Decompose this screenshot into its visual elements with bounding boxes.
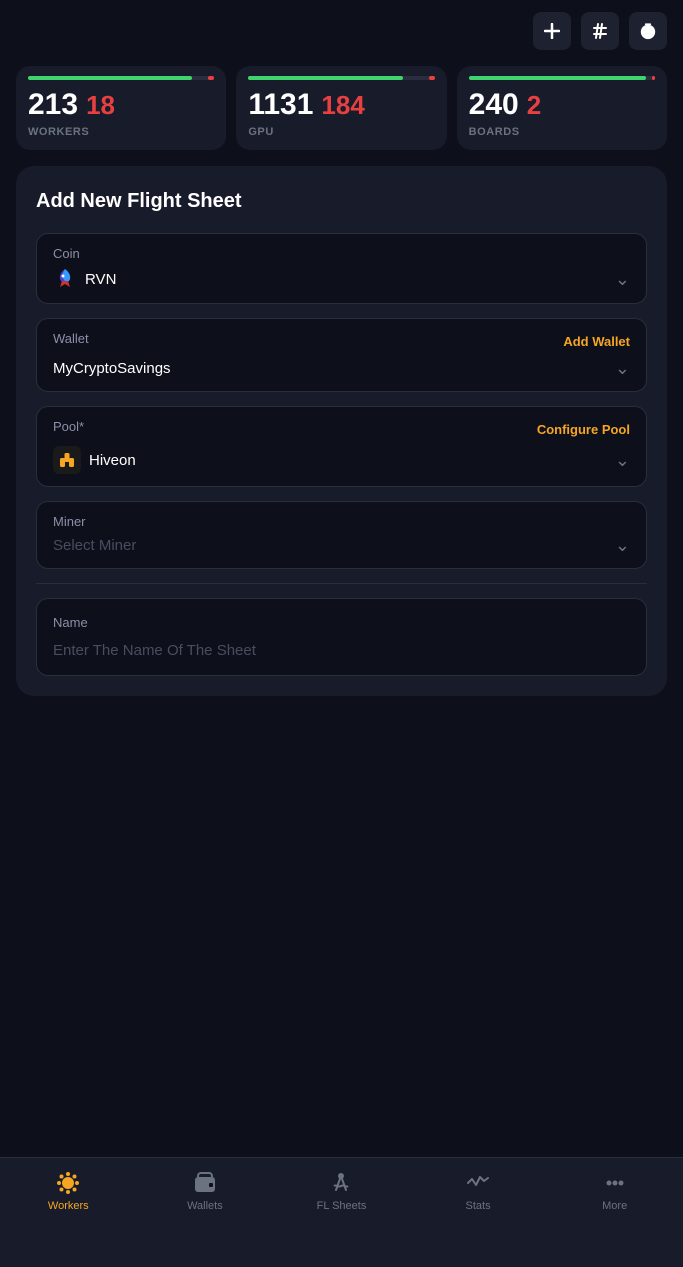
workers-card: 213 18 WORKERS (16, 66, 226, 150)
coin-value-text: RVN (85, 271, 116, 288)
nav-wallets-label: Wallets (187, 1200, 223, 1212)
configure-pool-link[interactable]: Configure Pool (537, 422, 630, 437)
nav-more-label: More (602, 1200, 627, 1212)
wallet-chevron-icon: ⌄ (615, 358, 630, 379)
more-nav-icon (602, 1170, 628, 1196)
main-content: Add New Flight Sheet Coin RVN ⌄ (0, 166, 683, 696)
bottom-nav: Workers Wallets FL Sheets (0, 1157, 683, 1267)
miner-field[interactable]: Miner Select Miner ⌄ (36, 501, 647, 569)
nav-workers-label: Workers (48, 1200, 89, 1212)
wallet-label: Wallet (53, 331, 89, 346)
nav-stats[interactable]: Stats (410, 1170, 547, 1212)
nav-stats-label: Stats (466, 1200, 491, 1212)
hiveon-icon (53, 446, 81, 474)
gpu-card: 1131 184 GPU (236, 66, 446, 150)
gpu-alert-count: 184 (321, 90, 364, 121)
nav-fl-sheets[interactable]: FL Sheets (273, 1170, 410, 1212)
coin-chevron-icon: ⌄ (615, 269, 630, 290)
gpu-main-count: 1131 (248, 88, 313, 122)
rvn-coin-icon (53, 267, 77, 291)
miner-placeholder: Select Miner (53, 537, 136, 554)
nav-more[interactable]: More (546, 1170, 683, 1212)
miner-chevron-icon: ⌄ (615, 535, 630, 556)
coin-value: RVN (53, 267, 116, 291)
wallet-field[interactable]: Wallet Add Wallet MyCryptoSavings ⌄ (36, 318, 647, 392)
hashtag-button[interactable] (581, 12, 619, 50)
pool-chevron-icon: ⌄ (615, 450, 630, 471)
boards-card: 240 2 BOARDS (457, 66, 667, 150)
boards-alert-count: 2 (527, 90, 541, 121)
form-divider (36, 583, 647, 584)
stats-nav-icon (465, 1170, 491, 1196)
add-wallet-link[interactable]: Add Wallet (563, 334, 630, 349)
boards-main-count: 240 (469, 88, 519, 122)
workers-alert-count: 18 (86, 90, 115, 121)
pool-field[interactable]: Pool* Configure Pool Hiveon ⌄ (36, 406, 647, 487)
pool-value-text: Hiveon (89, 452, 136, 469)
nav-fl-sheets-label: FL Sheets (317, 1200, 367, 1212)
nav-wallets[interactable]: Wallets (137, 1170, 274, 1212)
top-bar (0, 0, 683, 58)
workers-label: WORKERS (28, 126, 214, 138)
name-field[interactable]: Name Enter The Name Of The Sheet (36, 598, 647, 676)
flight-sheet-form: Add New Flight Sheet Coin RVN ⌄ (16, 166, 667, 696)
timer-button[interactable] (629, 12, 667, 50)
workers-nav-icon (55, 1170, 81, 1196)
name-placeholder: Enter The Name Of The Sheet (53, 642, 630, 659)
pool-value: Hiveon (53, 446, 136, 474)
form-title: Add New Flight Sheet (36, 190, 647, 213)
wallets-nav-icon (192, 1170, 218, 1196)
stats-row: 213 18 WORKERS 1131 184 GPU 240 2 BOARDS (0, 58, 683, 166)
workers-main-count: 213 (28, 88, 78, 122)
pool-label: Pool* (53, 419, 84, 434)
coin-field[interactable]: Coin RVN ⌄ (36, 233, 647, 304)
gpu-label: GPU (248, 126, 434, 138)
name-label: Name (53, 615, 630, 630)
fl-sheets-nav-icon (328, 1170, 354, 1196)
miner-label: Miner (53, 514, 630, 529)
add-button[interactable] (533, 12, 571, 50)
wallet-value-text: MyCryptoSavings (53, 360, 171, 377)
boards-label: BOARDS (469, 126, 655, 138)
coin-label: Coin (53, 246, 630, 261)
nav-workers[interactable]: Workers (0, 1170, 137, 1212)
